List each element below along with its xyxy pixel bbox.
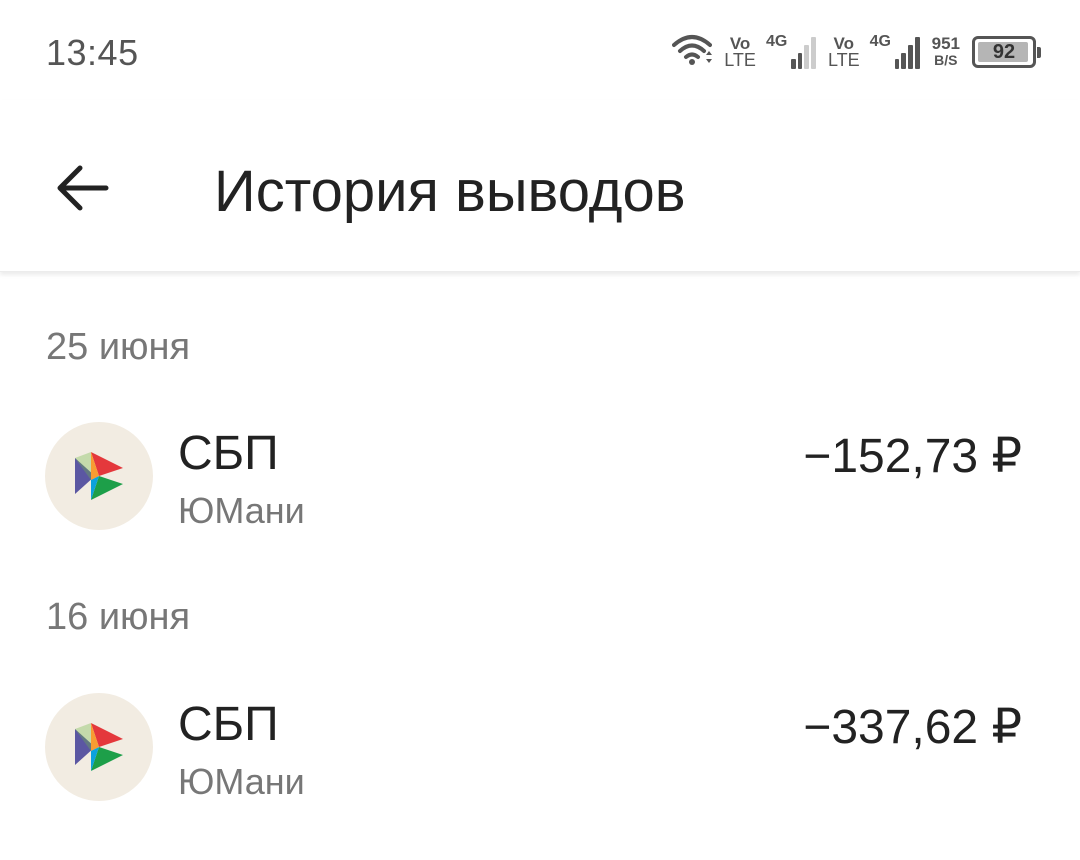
withdrawal-history-list: 25 июня СБП ЮМани −152,73 ₽ 16 июня СБП …: [0, 274, 1080, 860]
network-type-1: 4G: [765, 33, 788, 50]
transaction-amount: −152,73 ₽: [803, 430, 1022, 483]
transaction-title: СБП: [178, 698, 279, 751]
app-bar: История выводов: [0, 100, 1080, 272]
network-type-2: 4G: [869, 33, 891, 50]
signal-icon: 4G: [869, 33, 920, 69]
arrow-left-icon: [54, 163, 110, 218]
date-header: 25 июня: [46, 326, 191, 368]
volte-indicator-2: Vo LTE: [828, 35, 860, 69]
transaction-subtitle: ЮМани: [178, 761, 305, 802]
status-bar: 13:45 Vo LTE 4G Vo LTE 4G 951 B/S 92: [0, 0, 1080, 100]
back-button[interactable]: [42, 150, 122, 230]
transaction-row[interactable]: СБП ЮМани −152,73 ₽: [0, 422, 1080, 538]
transaction-row[interactable]: СБП ЮМани −337,62 ₽: [0, 693, 1080, 809]
volte-indicator-1: Vo LTE: [724, 35, 756, 69]
status-time: 13:45: [46, 32, 139, 73]
page-title: История выводов: [214, 159, 686, 224]
network-speed: 951 B/S: [932, 35, 960, 69]
battery-icon: 92: [972, 36, 1041, 68]
status-icons: Vo LTE 4G Vo LTE 4G 951 B/S 92: [672, 30, 1041, 74]
battery-level: 92: [992, 40, 1016, 63]
transaction-amount: −337,62 ₽: [803, 701, 1022, 754]
lte-label-1: LTE: [724, 50, 756, 70]
speed-unit: B/S: [934, 52, 958, 68]
wifi-icon: [672, 33, 713, 72]
transaction-title: СБП: [178, 427, 279, 480]
transaction-subtitle: ЮМани: [178, 490, 305, 531]
date-header: 16 июня: [46, 596, 191, 638]
sbp-logo-icon: [45, 422, 153, 530]
signal-icon: 4G: [765, 33, 816, 69]
sbp-logo-icon: [45, 693, 153, 801]
speed-value: 951: [931, 34, 960, 53]
lte-label-2: LTE: [827, 50, 860, 70]
